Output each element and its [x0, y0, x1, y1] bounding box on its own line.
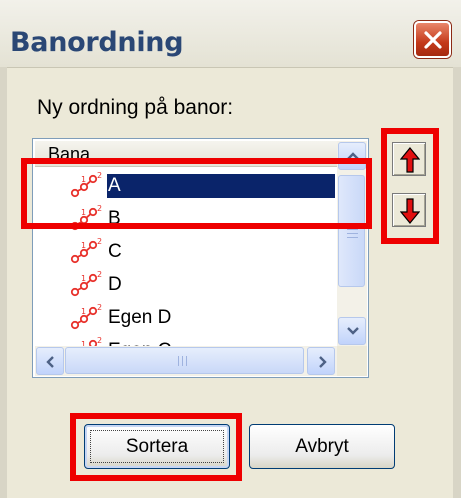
svg-text:2: 2: [97, 336, 102, 345]
course-icon: 12: [70, 303, 102, 330]
cancel-button[interactable]: Avbryt: [249, 424, 395, 469]
close-button[interactable]: [414, 21, 451, 58]
svg-text:1: 1: [81, 241, 86, 250]
scroll-left-button[interactable]: [36, 347, 64, 375]
svg-text:2: 2: [97, 303, 102, 312]
course-icon: 12: [70, 171, 102, 198]
vertical-scrollbar[interactable]: [337, 141, 367, 346]
course-icon: 12: [70, 270, 102, 297]
svg-text:2: 2: [97, 204, 102, 213]
svg-text:1: 1: [81, 274, 86, 283]
list-item[interactable]: 12 Egen D: [35, 301, 337, 334]
close-icon: [424, 31, 442, 49]
list-item-label: D: [108, 274, 122, 295]
svg-text:1: 1: [81, 175, 86, 184]
chevron-down-icon: [347, 327, 359, 335]
course-order-list[interactable]: Bana 12 A 12 B 12 C 12 D 12 Egen D 1 2: [32, 138, 369, 378]
list-item-label: A: [107, 174, 335, 198]
svg-text:2: 2: [97, 237, 102, 246]
cancel-button-label: Avbryt: [295, 436, 349, 457]
course-icon: 12: [70, 237, 102, 264]
move-down-button[interactable]: [392, 193, 426, 227]
column-header-label: Bana: [48, 144, 91, 164]
chevron-left-icon: [46, 356, 54, 368]
vertical-scroll-thumb[interactable]: [338, 175, 365, 287]
chevron-right-icon: [319, 356, 327, 368]
course-list-rows: 12 A 12 B 12 C 12 D 12 Egen D 12 Egen C: [35, 169, 337, 367]
list-item[interactable]: 12 C: [35, 235, 337, 268]
move-up-button[interactable]: [392, 142, 426, 176]
window-title: Banordning: [10, 27, 184, 58]
svg-text:1: 1: [81, 307, 86, 316]
sort-button[interactable]: Sortera: [84, 424, 230, 469]
scrollbar-corner: [337, 346, 367, 376]
column-header-course[interactable]: Bana: [35, 141, 337, 167]
list-item-label: C: [108, 241, 122, 262]
list-item[interactable]: 12 A: [35, 169, 337, 202]
window-frame-right: [453, 67, 461, 498]
red-down-arrow-icon: [400, 198, 420, 224]
svg-text:2: 2: [97, 270, 102, 279]
svg-text:1: 1: [81, 208, 86, 217]
list-item-label: Egen D: [108, 307, 172, 328]
list-item[interactable]: 12 D: [35, 268, 337, 301]
window-frame-left: [0, 67, 7, 498]
course-icon: 12: [70, 204, 102, 231]
red-up-arrow-icon: [400, 147, 420, 173]
banordning-dialog: Banordning Ny ordning på banor: Bana 12 …: [0, 0, 461, 498]
title-bar[interactable]: Banordning: [0, 0, 461, 68]
svg-text:2: 2: [97, 171, 102, 180]
horizontal-scrollbar[interactable]: [35, 346, 337, 376]
list-item[interactable]: 12 B: [35, 202, 337, 235]
horizontal-scroll-thumb[interactable]: [65, 347, 304, 374]
scroll-right-button[interactable]: [307, 347, 335, 375]
chevron-up-icon: [347, 152, 359, 160]
order-prompt-label: Ny ordning på banor:: [37, 96, 234, 119]
scroll-up-button[interactable]: [338, 142, 366, 170]
focus-rectangle: [90, 430, 224, 463]
list-item-label: B: [108, 208, 121, 229]
scroll-down-button[interactable]: [338, 317, 366, 345]
